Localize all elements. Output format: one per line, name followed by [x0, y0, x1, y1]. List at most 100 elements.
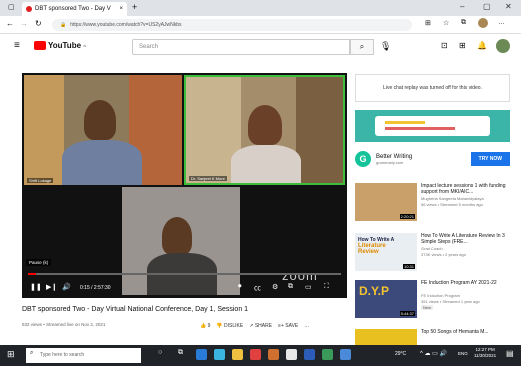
- browser-tab[interactable]: DBT sponsored Two - Day V ×: [22, 2, 127, 16]
- maximize-icon[interactable]: ▢: [483, 2, 491, 11]
- back-icon[interactable]: ←: [6, 19, 14, 28]
- share-icon: ↗: [249, 323, 254, 329]
- settings-gear-icon[interactable]: ⚙: [272, 283, 278, 291]
- search-icon: ⌕: [359, 42, 365, 51]
- rec-meta: 351 views • Streamed 1 year ago: [421, 299, 480, 304]
- video-meta: 532 views • Streamed live on Nov 2, 2021: [22, 322, 106, 327]
- share-label: SHARE: [254, 323, 273, 329]
- app-taskbar-icon[interactable]: [268, 349, 279, 360]
- extensions-icon[interactable]: ⊞: [425, 19, 431, 27]
- weather-text[interactable]: 29°C: [395, 351, 406, 357]
- system-tray-icons[interactable]: ^ ☁ ▭ 🔊: [420, 350, 447, 357]
- close-tab-icon[interactable]: ×: [119, 6, 123, 12]
- favorite-icon[interactable]: ☆: [443, 19, 449, 27]
- cortana-icon[interactable]: ○: [158, 349, 169, 360]
- chrome-taskbar-icon[interactable]: [322, 349, 333, 360]
- video-progress-bar[interactable]: [28, 273, 341, 275]
- apps-grid-icon[interactable]: ⊞: [459, 41, 466, 50]
- collections-icon[interactable]: ⧉: [461, 19, 466, 27]
- miniplayer-icon[interactable]: ⧉: [288, 283, 293, 291]
- video-thumbnail: How To Write A Literature Review 10:31: [355, 233, 417, 271]
- ad-banner-image[interactable]: [355, 110, 510, 142]
- youtube-logo[interactable]: YouTube IN: [34, 41, 86, 50]
- grammarly-logo-icon: G: [355, 151, 371, 167]
- recommended-video[interactable]: How To Write A Literature Review 10:31 H…: [355, 233, 515, 273]
- video-title: DBT sponsored Two - Day Virtual National…: [22, 306, 249, 313]
- video-player[interactable]: Shift Lokage Dr. Sanjeet K More Pause (k…: [22, 73, 347, 298]
- ad-card[interactable]: G Better Writing grammarly.com TRY NOW: [355, 144, 510, 174]
- edge-taskbar-icon[interactable]: [196, 349, 207, 360]
- store-taskbar-icon[interactable]: [214, 349, 225, 360]
- taskbar-search-input[interactable]: Type here to search: [26, 348, 141, 363]
- pause-tooltip: Pause (k): [26, 259, 52, 266]
- recommended-video[interactable]: 2:20:21 Impact lecture sessions 1 with f…: [355, 183, 515, 223]
- notifications-icon[interactable]: ▤: [506, 349, 514, 358]
- autoplay-toggle-icon[interactable]: ⏺: [238, 283, 242, 291]
- rec-title: How To Write A Literature Review In 3 Si…: [421, 233, 505, 245]
- clock-date: 11/30/2021: [474, 353, 497, 358]
- thumb-caption: D.Y.P: [359, 284, 390, 298]
- rec-title: FE Induction Program AY 2021-22: [421, 280, 497, 286]
- tab-actions-icon[interactable]: ▢: [8, 3, 15, 11]
- profile-avatar[interactable]: [478, 18, 488, 28]
- captions-icon[interactable]: ㏄: [254, 283, 261, 293]
- search-input[interactable]: Search: [132, 39, 350, 55]
- rec-channel: Grad Coach: [421, 246, 443, 251]
- logo-text: YouTube: [48, 41, 82, 50]
- hamburger-menu-icon[interactable]: ≡: [14, 40, 20, 51]
- more-actions-icon[interactable]: …: [304, 323, 309, 329]
- new-tab-icon[interactable]: +: [132, 2, 137, 12]
- lock-icon: 🔒: [60, 22, 67, 28]
- video-thumbnail: D.Y.P 5:44:37: [355, 280, 417, 318]
- create-video-icon[interactable]: ⊡: [441, 41, 448, 50]
- dislike-button[interactable]: 👎 DISLIKE: [216, 323, 243, 329]
- more-menu-icon[interactable]: …: [498, 19, 505, 26]
- taskbar-search-icon: ⌕: [30, 350, 34, 356]
- theater-mode-icon[interactable]: ▭: [305, 283, 312, 291]
- chat-notice: Live chat replay was turned off for this…: [355, 74, 510, 102]
- volume-icon[interactable]: 🔊: [62, 283, 71, 291]
- youtube-favicon: [26, 6, 32, 12]
- word-taskbar-icon[interactable]: [304, 349, 315, 360]
- thumbs-down-icon: 👎: [216, 323, 223, 329]
- video-actions: 👍 9 👎 DISLIKE ↗ SHARE ≡+ SAVE …: [200, 323, 350, 329]
- like-button[interactable]: 👍 9: [200, 323, 210, 329]
- duration-badge: 2:20:21: [399, 214, 415, 219]
- refresh-icon[interactable]: ↻: [35, 19, 42, 28]
- search-button[interactable]: ⌕: [350, 39, 374, 55]
- forward-icon[interactable]: →: [20, 19, 28, 28]
- minimize-icon[interactable]: –: [460, 2, 464, 11]
- app-taskbar-icon[interactable]: [250, 349, 261, 360]
- url-field[interactable]: 🔒 https://www.youtube.com/watch?v=US2yAJw…: [52, 19, 412, 31]
- participant-name: Shift Lokage: [27, 178, 54, 183]
- notifications-bell-icon[interactable]: 🔔: [477, 41, 487, 50]
- participant-name: Dr. Sanjeet K More: [189, 176, 227, 181]
- duration-badge: 10:31: [402, 264, 415, 269]
- share-button[interactable]: ↗ SHARE: [249, 323, 272, 329]
- youtube-play-logo-icon: [34, 41, 46, 50]
- thumb-caption: Literature Review: [358, 243, 386, 255]
- pause-button-icon[interactable]: ❚❚: [30, 283, 42, 291]
- try-now-button[interactable]: TRY NOW: [470, 152, 510, 166]
- rec-title: Impact lecture sessions 1 with funding s…: [421, 183, 506, 195]
- microphone-icon[interactable]: 🎙: [380, 41, 391, 52]
- zoom-taskbar-icon[interactable]: [340, 349, 351, 360]
- account-avatar[interactable]: [496, 39, 510, 53]
- rec-channel: Mugheria Sangeeta Mahavidyalaya: [421, 196, 484, 201]
- next-button-icon[interactable]: ▶❙: [46, 283, 57, 291]
- language-indicator[interactable]: ENG: [458, 351, 468, 356]
- windows-start-icon[interactable]: ⊞: [7, 349, 15, 360]
- close-window-icon[interactable]: ✕: [505, 2, 512, 11]
- file-explorer-icon[interactable]: [232, 349, 243, 360]
- fullscreen-icon[interactable]: ⛶: [324, 283, 329, 291]
- task-view-icon[interactable]: ⧉: [178, 349, 189, 360]
- recommended-video[interactable]: Top 50 Songs of Hemanta M...: [355, 329, 515, 345]
- recommended-video[interactable]: D.Y.P 5:44:37 FE Induction Program AY 20…: [355, 280, 515, 320]
- new-badge: New: [421, 305, 433, 310]
- tab-title: DBT sponsored Two - Day V: [35, 6, 111, 12]
- save-playlist-icon: ≡+: [278, 323, 284, 329]
- zoom-participant-tile: Shift Lokage: [24, 75, 182, 185]
- save-button[interactable]: ≡+ SAVE: [278, 323, 298, 329]
- taskbar-clock[interactable]: 12:27 PM 11/30/2021: [474, 347, 496, 359]
- app-taskbar-icon[interactable]: [286, 349, 297, 360]
